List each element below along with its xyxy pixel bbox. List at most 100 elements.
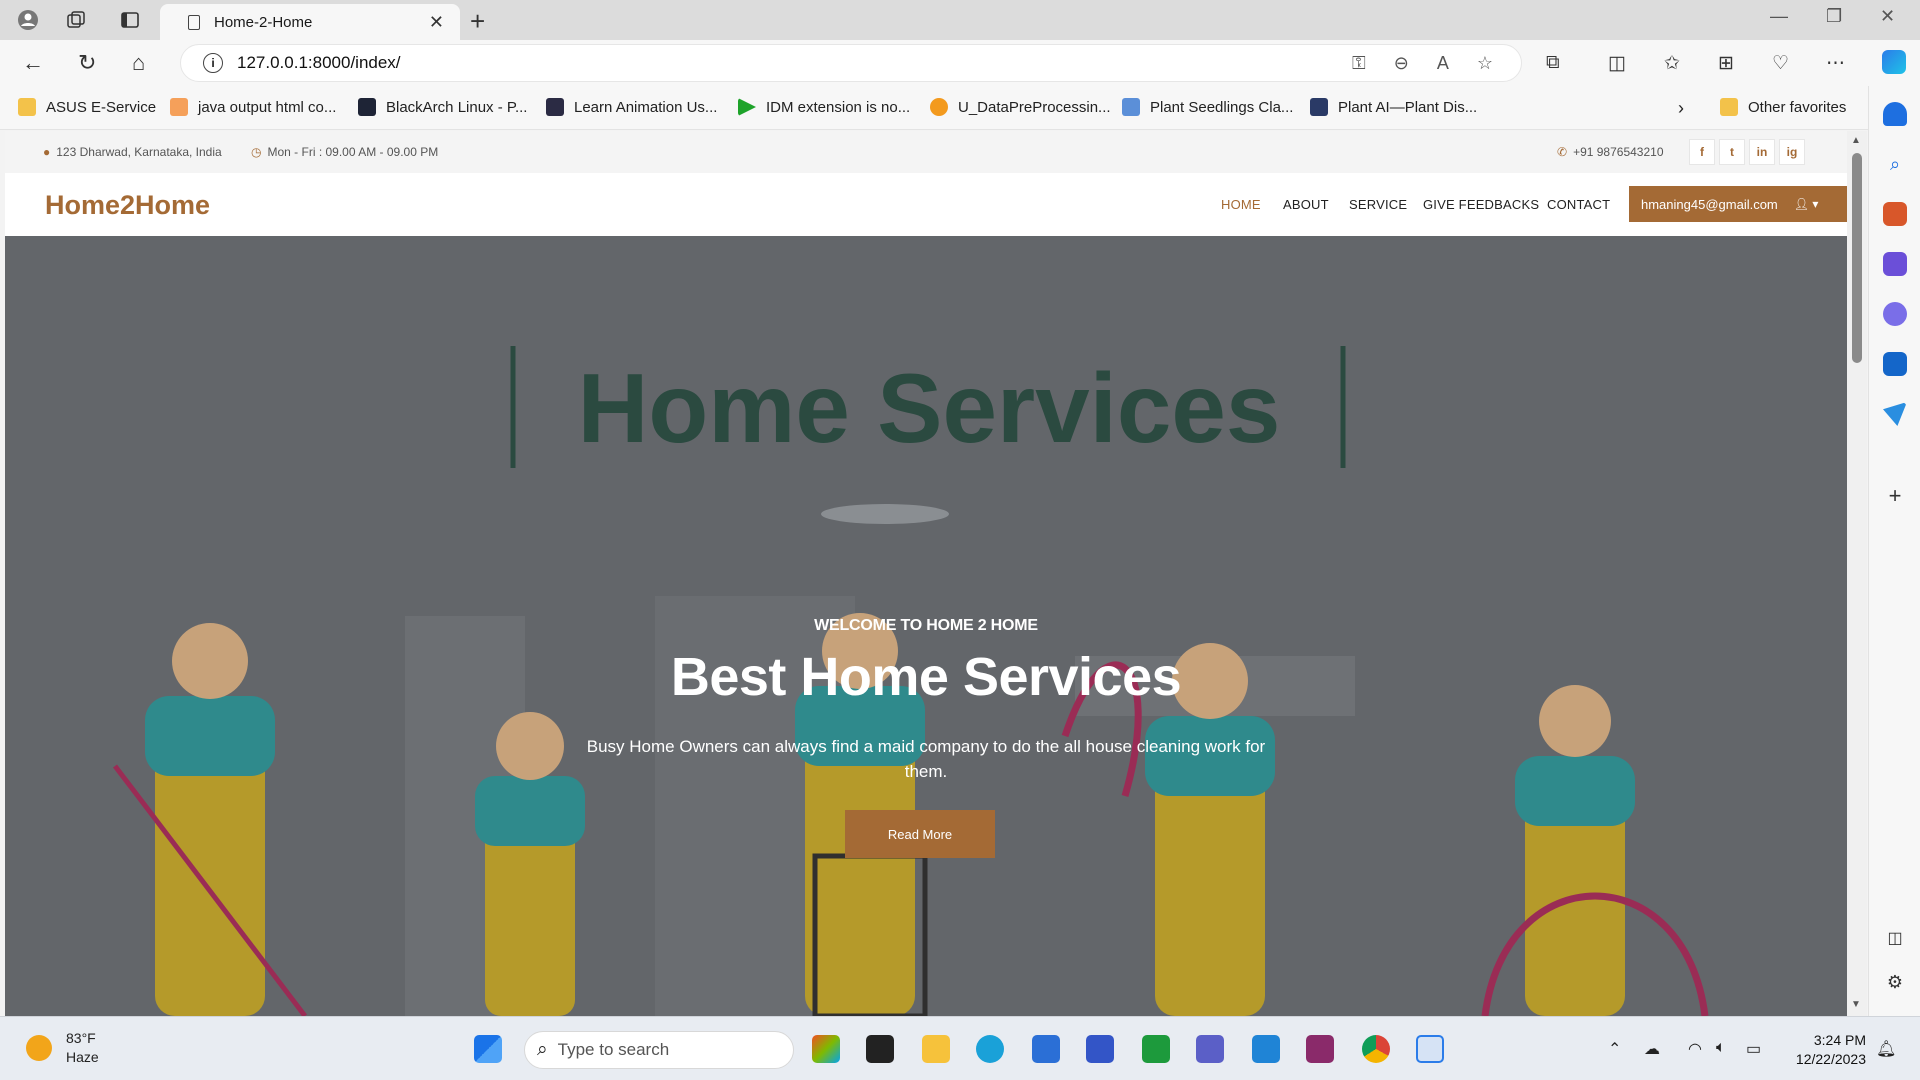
taskbar-clock[interactable]: 3:24 PM 12/22/2023 <box>1786 1031 1866 1069</box>
search-icon: ⌕ <box>537 1039 548 1060</box>
teams-icon[interactable] <box>1196 1035 1224 1063</box>
site-info-icon[interactable]: i <box>203 53 223 73</box>
weather-widget[interactable]: 83°F Haze <box>26 1029 99 1067</box>
xbox-icon[interactable] <box>1142 1035 1170 1063</box>
url-text[interactable]: 127.0.0.1:8000/index/ <box>237 53 1352 73</box>
user-account-dropdown[interactable]: hmaning45@gmail.com 👤︎ ▾ <box>1629 186 1847 222</box>
facebook-icon[interactable]: f <box>1689 139 1715 165</box>
microsoft-365-icon[interactable] <box>1883 302 1907 326</box>
favorite-star-icon[interactable]: ☆ <box>1477 53 1493 74</box>
tab-active[interactable]: Home-2-Home ✕ <box>160 4 460 40</box>
microsoft-store-icon[interactable] <box>1032 1035 1060 1063</box>
scrollbar-thumb[interactable] <box>1852 153 1862 363</box>
tab-title: Home-2-Home <box>214 13 313 31</box>
sidebar-toggle-icon[interactable]: ◫ <box>1883 926 1907 950</box>
home-button[interactable]: ⌂ <box>132 50 145 76</box>
scroll-up-icon[interactable]: ▲ <box>1851 135 1861 146</box>
new-tab-button[interactable]: + <box>470 6 485 37</box>
back-button[interactable]: ← <box>22 50 44 76</box>
games-icon[interactable] <box>1883 252 1907 276</box>
network-off-icon[interactable]: ☁ <box>1644 1039 1660 1059</box>
drop-icon[interactable] <box>1883 402 1907 426</box>
instagram-icon[interactable]: ig <box>1779 139 1805 165</box>
favorite-item[interactable]: IDM extension is no... <box>738 98 910 116</box>
notifications-bell-icon[interactable]: 🔔︎ <box>1876 1039 1896 1059</box>
favorite-item[interactable]: Plant AI—Plant Dis... <box>1310 98 1477 116</box>
page-scrollbar[interactable]: ▲ ▼ <box>1847 131 1867 1016</box>
search-icon[interactable]: ⌕ <box>1883 152 1907 176</box>
hours-info: ◷ Mon - Fri : 09.00 AM - 09.00 PM <box>251 145 439 159</box>
user-email: hmaning45@gmail.com <box>1641 196 1778 212</box>
windows-start-icon[interactable] <box>474 1035 502 1063</box>
battery-icon[interactable]: ▭ <box>1746 1039 1761 1059</box>
search-placeholder: Type to search <box>557 1040 670 1059</box>
outlook-icon[interactable] <box>1883 352 1907 376</box>
hero-description: Busy Home Owners can always find a maid … <box>586 737 1266 781</box>
favorites-icon[interactable]: ✩ <box>1664 52 1680 75</box>
wifi-icon[interactable]: ◠ <box>1688 1039 1702 1059</box>
add-app-icon[interactable]: + <box>1883 483 1907 508</box>
close-tab-icon[interactable]: ✕ <box>429 12 444 33</box>
address-bar[interactable]: i 127.0.0.1:8000/index/ ⚿ ⊖ A ☆ <box>180 44 1522 82</box>
more-menu-icon[interactable]: ⋯ <box>1826 52 1845 75</box>
sun-haze-icon <box>26 1035 52 1061</box>
favorite-item[interactable]: java output html co... <box>170 98 336 116</box>
close-window-button[interactable]: ✕ <box>1880 6 1895 27</box>
read-more-button[interactable]: Read More <box>845 810 995 858</box>
winrar-icon[interactable] <box>1306 1035 1334 1063</box>
favorite-item[interactable]: ASUS E-Service <box>18 98 156 116</box>
tab-actions-icon[interactable] <box>118 8 142 32</box>
nav-home[interactable]: HOME <box>1221 197 1261 212</box>
workspaces-icon[interactable] <box>64 8 88 32</box>
restore-button[interactable]: ❐ <box>1826 6 1842 27</box>
favorite-item[interactable]: Learn Animation Us... <box>546 98 717 116</box>
nav-give-feedbacks[interactable]: GIVE FEEDBACKS <box>1423 197 1539 212</box>
other-favorites[interactable]: Other favorites <box>1720 98 1846 116</box>
notification-bell-icon[interactable] <box>1883 102 1907 126</box>
colab-icon <box>930 98 948 116</box>
zoom-icon[interactable]: ⊖ <box>1394 53 1409 74</box>
nav-about[interactable]: ABOUT <box>1283 197 1329 212</box>
volume-icon[interactable]: 🔈︎ <box>1716 1039 1726 1057</box>
copilot-icon[interactable] <box>1882 50 1906 74</box>
edge-browser-icon[interactable] <box>976 1035 1004 1063</box>
phone-icon: ✆ <box>1557 145 1568 159</box>
minimize-button[interactable]: — <box>1770 6 1788 27</box>
taskbar-search[interactable]: ⌕ Type to search <box>524 1031 794 1069</box>
nav-contact[interactable]: CONTACT <box>1547 197 1610 212</box>
copilot-preview-icon[interactable] <box>812 1035 840 1063</box>
collections-icon[interactable]: ⊞ <box>1718 52 1734 75</box>
weather-temperature: 83°F <box>66 1030 96 1046</box>
phone-info: ✆ +91 9876543210 <box>1557 145 1664 159</box>
chrome-icon[interactable] <box>1362 1035 1390 1063</box>
profile-icon[interactable] <box>16 8 40 32</box>
favorite-item[interactable]: U_DataPreProcessin... <box>930 98 1111 116</box>
password-key-icon[interactable]: ⚿ <box>1352 53 1366 74</box>
shopping-icon[interactable] <box>1883 202 1907 226</box>
settings-gear-icon[interactable]: ⚙ <box>1883 970 1907 994</box>
refresh-button[interactable]: ↻ <box>78 50 96 76</box>
browser-essentials-icon[interactable]: ♡ <box>1772 52 1789 75</box>
folder-icon <box>1720 98 1738 116</box>
whiteboard-icon[interactable] <box>1086 1035 1114 1063</box>
site-logo[interactable]: Home2Home <box>45 190 210 221</box>
twitter-icon[interactable]: t <box>1719 139 1745 165</box>
show-hidden-icons-chevron-icon[interactable]: ⌃ <box>1608 1039 1621 1059</box>
address-info: ● 123 Dharwad, Karnataka, India <box>43 145 222 159</box>
favorite-item[interactable]: Plant Seedlings Cla... <box>1122 98 1293 116</box>
chart-icon <box>1122 98 1140 116</box>
read-aloud-icon[interactable]: A <box>1437 53 1449 74</box>
edge-sidebar: ⌕ + ◫ ⚙ <box>1868 86 1920 1016</box>
more-favorites-chevron-icon[interactable]: › <box>1678 98 1684 119</box>
nav-service[interactable]: SERVICE <box>1349 197 1407 212</box>
linkedin-icon[interactable]: in <box>1749 139 1775 165</box>
task-view-icon[interactable] <box>866 1035 894 1063</box>
scroll-down-icon[interactable]: ▼ <box>1851 999 1861 1010</box>
file-explorer-icon[interactable] <box>922 1035 950 1063</box>
extensions-icon[interactable]: ⧉ <box>1546 52 1560 74</box>
vscode-icon[interactable] <box>1252 1035 1280 1063</box>
folder-icon <box>18 98 36 116</box>
split-screen-icon[interactable]: ◫ <box>1608 52 1626 75</box>
snipping-tool-icon[interactable] <box>1416 1035 1444 1063</box>
favorite-item[interactable]: BlackArch Linux - P... <box>358 98 527 116</box>
